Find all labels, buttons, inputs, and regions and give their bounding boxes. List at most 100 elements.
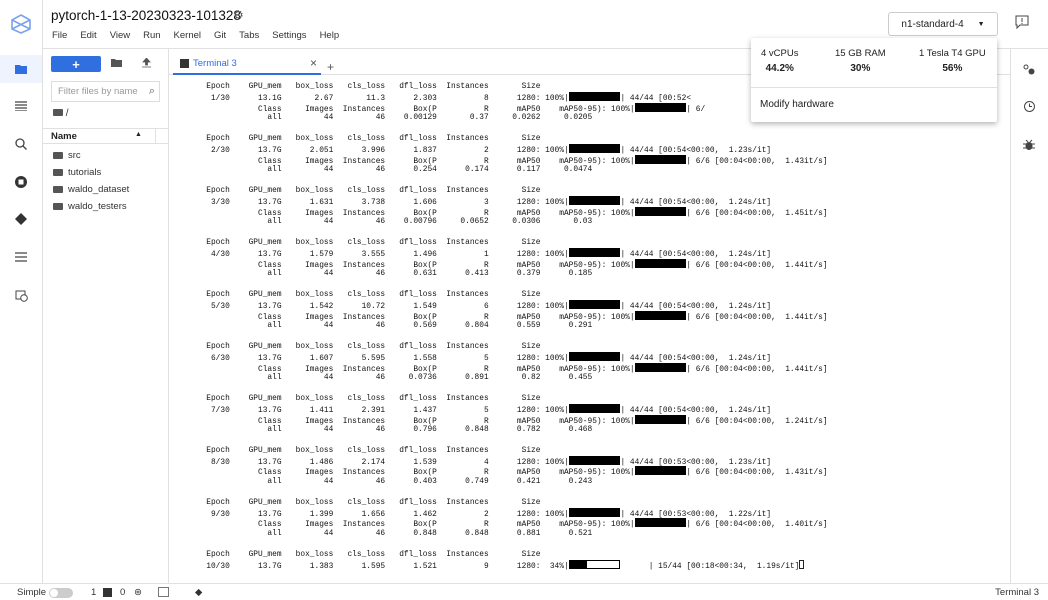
progress-bar	[634, 518, 687, 528]
add-tab-button[interactable]: +	[327, 60, 334, 74]
progress-bar	[568, 456, 621, 466]
menu-git[interactable]: Git	[214, 30, 226, 41]
train-metrics-line: 5/30 13.7G 1.542 10.72 1.549 6 1280: 100…	[178, 300, 772, 312]
menu-kernel[interactable]: Kernel	[174, 30, 201, 41]
progress-bar	[634, 466, 687, 476]
file-list: src tutorials waldo_dataset waldo_tester…	[53, 147, 129, 215]
file-browser: + Filter files by name ⌕ / Name ▲ src tuto…	[43, 49, 169, 583]
tab-label: Terminal 3	[193, 58, 237, 69]
val-header-line: Class Images Instances Box(P R mAP50 mAP…	[178, 102, 706, 114]
progress-bar	[568, 92, 621, 102]
terminal-output[interactable]: Epoch GPU_mem box_loss cls_loss dfl_loss…	[178, 82, 828, 571]
train-header-line: Epoch GPU_mem box_loss cls_loss dfl_loss…	[178, 289, 541, 299]
sort-caret-icon: ▲	[135, 131, 142, 138]
val-header-line: Class Images Instances Box(P R mAP50 mAP…	[178, 154, 828, 166]
divider	[751, 87, 997, 88]
menu-view[interactable]: View	[110, 30, 130, 41]
val-metrics-line: all 44 46 0.631 0.413 0.379 0.185	[178, 269, 593, 279]
val-metrics-line: all 44 46 0.403 0.749 0.421 0.243	[178, 476, 593, 486]
val-metrics-line: all 44 46 0.00129 0.37 0.0262 0.0205	[178, 113, 593, 123]
upload-icon[interactable]	[142, 57, 151, 71]
progress-bar	[568, 196, 621, 206]
menu-tabs[interactable]: Tabs	[239, 30, 259, 41]
train-metrics-line: 4/30 13.7G 1.579 3.555 1.496 1 1280: 100…	[178, 248, 772, 260]
file-name: waldo_dataset	[68, 184, 130, 195]
tab-terminal-3[interactable]: Terminal 3 ×	[173, 54, 321, 75]
table-of-contents-icon[interactable]	[0, 92, 42, 120]
menu-file[interactable]: File	[52, 30, 67, 41]
folder-icon	[53, 186, 63, 193]
chart-icon[interactable]	[158, 587, 169, 597]
folder-icon[interactable]	[0, 55, 42, 83]
schedule-icon[interactable]	[0, 281, 42, 309]
train-header-line: Epoch GPU_mem box_loss cls_loss dfl_loss…	[178, 341, 541, 351]
train-header-line: Epoch GPU_mem box_loss cls_loss dfl_loss…	[178, 497, 541, 507]
menu-settings[interactable]: Settings	[272, 30, 306, 41]
feedback-icon[interactable]	[1015, 15, 1029, 29]
menu-run[interactable]: Run	[143, 30, 160, 41]
list-item[interactable]: waldo_dataset	[53, 181, 129, 198]
menu-help[interactable]: Help	[320, 30, 340, 41]
list-item[interactable]: src	[53, 147, 129, 164]
file-name: tutorials	[68, 167, 102, 178]
filter-files-input[interactable]: Filter files by name ⌕	[51, 81, 160, 102]
name-column-header[interactable]: Name ▲	[43, 128, 169, 144]
gpu-stat: 1 Tesla T4 GPU 56%	[919, 48, 986, 74]
val-metrics-line: all 44 46 0.796 0.848 0.782 0.468	[178, 424, 593, 434]
train-metrics-line: 3/30 13.7G 1.631 3.738 1.606 3 1280: 100…	[178, 196, 772, 208]
debugger-icon[interactable]	[1023, 138, 1035, 156]
search-icon[interactable]	[0, 130, 42, 158]
val-header-line: Class Images Instances Box(P R mAP50 mAP…	[178, 206, 828, 218]
property-inspector-icon[interactable]	[1023, 63, 1036, 81]
train-metrics-line: 6/30 13.7G 1.607 5.595 1.558 5 1280: 100…	[178, 352, 772, 364]
close-icon[interactable]: ×	[310, 56, 317, 70]
history-icon[interactable]	[1023, 100, 1036, 118]
right-sidebar	[1010, 49, 1048, 583]
cpu-label: 4 vCPUs	[761, 48, 799, 59]
train-header-line: Epoch GPU_mem box_loss cls_loss dfl_loss…	[178, 393, 541, 403]
git-icon[interactable]: ◆	[195, 587, 202, 598]
simple-mode-label: Simple	[17, 587, 47, 598]
terminal-count[interactable]: 0	[120, 587, 125, 598]
val-header-line: Class Images Instances Box(P R mAP50 mAP…	[178, 414, 828, 426]
new-launcher-button[interactable]: +	[51, 56, 101, 72]
train-header-line: Epoch GPU_mem box_loss cls_loss dfl_loss…	[178, 82, 541, 91]
ram-stat: 15 GB RAM 30%	[835, 48, 886, 74]
terminal-icon	[180, 59, 189, 68]
progress-bar	[568, 404, 621, 414]
modify-hardware-button[interactable]: Modify hardware	[760, 99, 834, 110]
list-icon[interactable]	[0, 243, 42, 271]
hardware-popup: 4 vCPUs 44.2% 15 GB RAM 30% 1 Tesla T4 GPU…	[751, 38, 997, 122]
stop-circle-icon[interactable]	[0, 168, 42, 196]
notebook-title: pytorch-1-13-20230323-101328	[51, 8, 241, 23]
menu-edit[interactable]: Edit	[80, 30, 96, 41]
gpu-value: 56%	[942, 63, 963, 74]
gpu-label: 1 Tesla T4 GPU	[919, 48, 986, 59]
list-item[interactable]: waldo_testers	[53, 198, 129, 215]
val-header-line: Class Images Instances Box(P R mAP50 mAP…	[178, 258, 828, 270]
ram-label: 15 GB RAM	[835, 48, 886, 59]
simple-mode-toggle[interactable]	[49, 588, 73, 598]
gear-icon[interactable]: ⚙	[233, 8, 244, 22]
folder-icon	[53, 203, 63, 210]
train-header-line: Epoch GPU_mem box_loss cls_loss dfl_loss…	[178, 237, 541, 247]
val-header-line: Class Images Instances Box(P R mAP50 mAP…	[178, 362, 828, 374]
breadcrumb[interactable]: /	[53, 108, 69, 119]
train-metrics-line: 7/30 13.7G 1.411 2.391 1.437 5 1280: 100…	[178, 404, 772, 416]
val-metrics-line: all 44 46 0.848 0.848 0.881 0.521	[178, 528, 593, 538]
train-metrics-line: 8/30 13.7G 1.486 2.174 1.539 4 1280: 100…	[178, 456, 772, 468]
list-item[interactable]: tutorials	[53, 164, 129, 181]
kernel-count[interactable]: 1	[91, 587, 96, 598]
progress-bar	[568, 508, 621, 518]
train-header-line: Epoch GPU_mem box_loss cls_loss dfl_loss…	[178, 549, 541, 559]
new-folder-icon[interactable]	[111, 58, 122, 70]
hardware-button[interactable]: n1-standard-4 ▼	[888, 12, 998, 36]
train-metrics-line: 10/30 13.7G 1.383 1.595 1.521 9 1280: 34…	[178, 559, 828, 571]
git-icon[interactable]	[0, 205, 42, 233]
